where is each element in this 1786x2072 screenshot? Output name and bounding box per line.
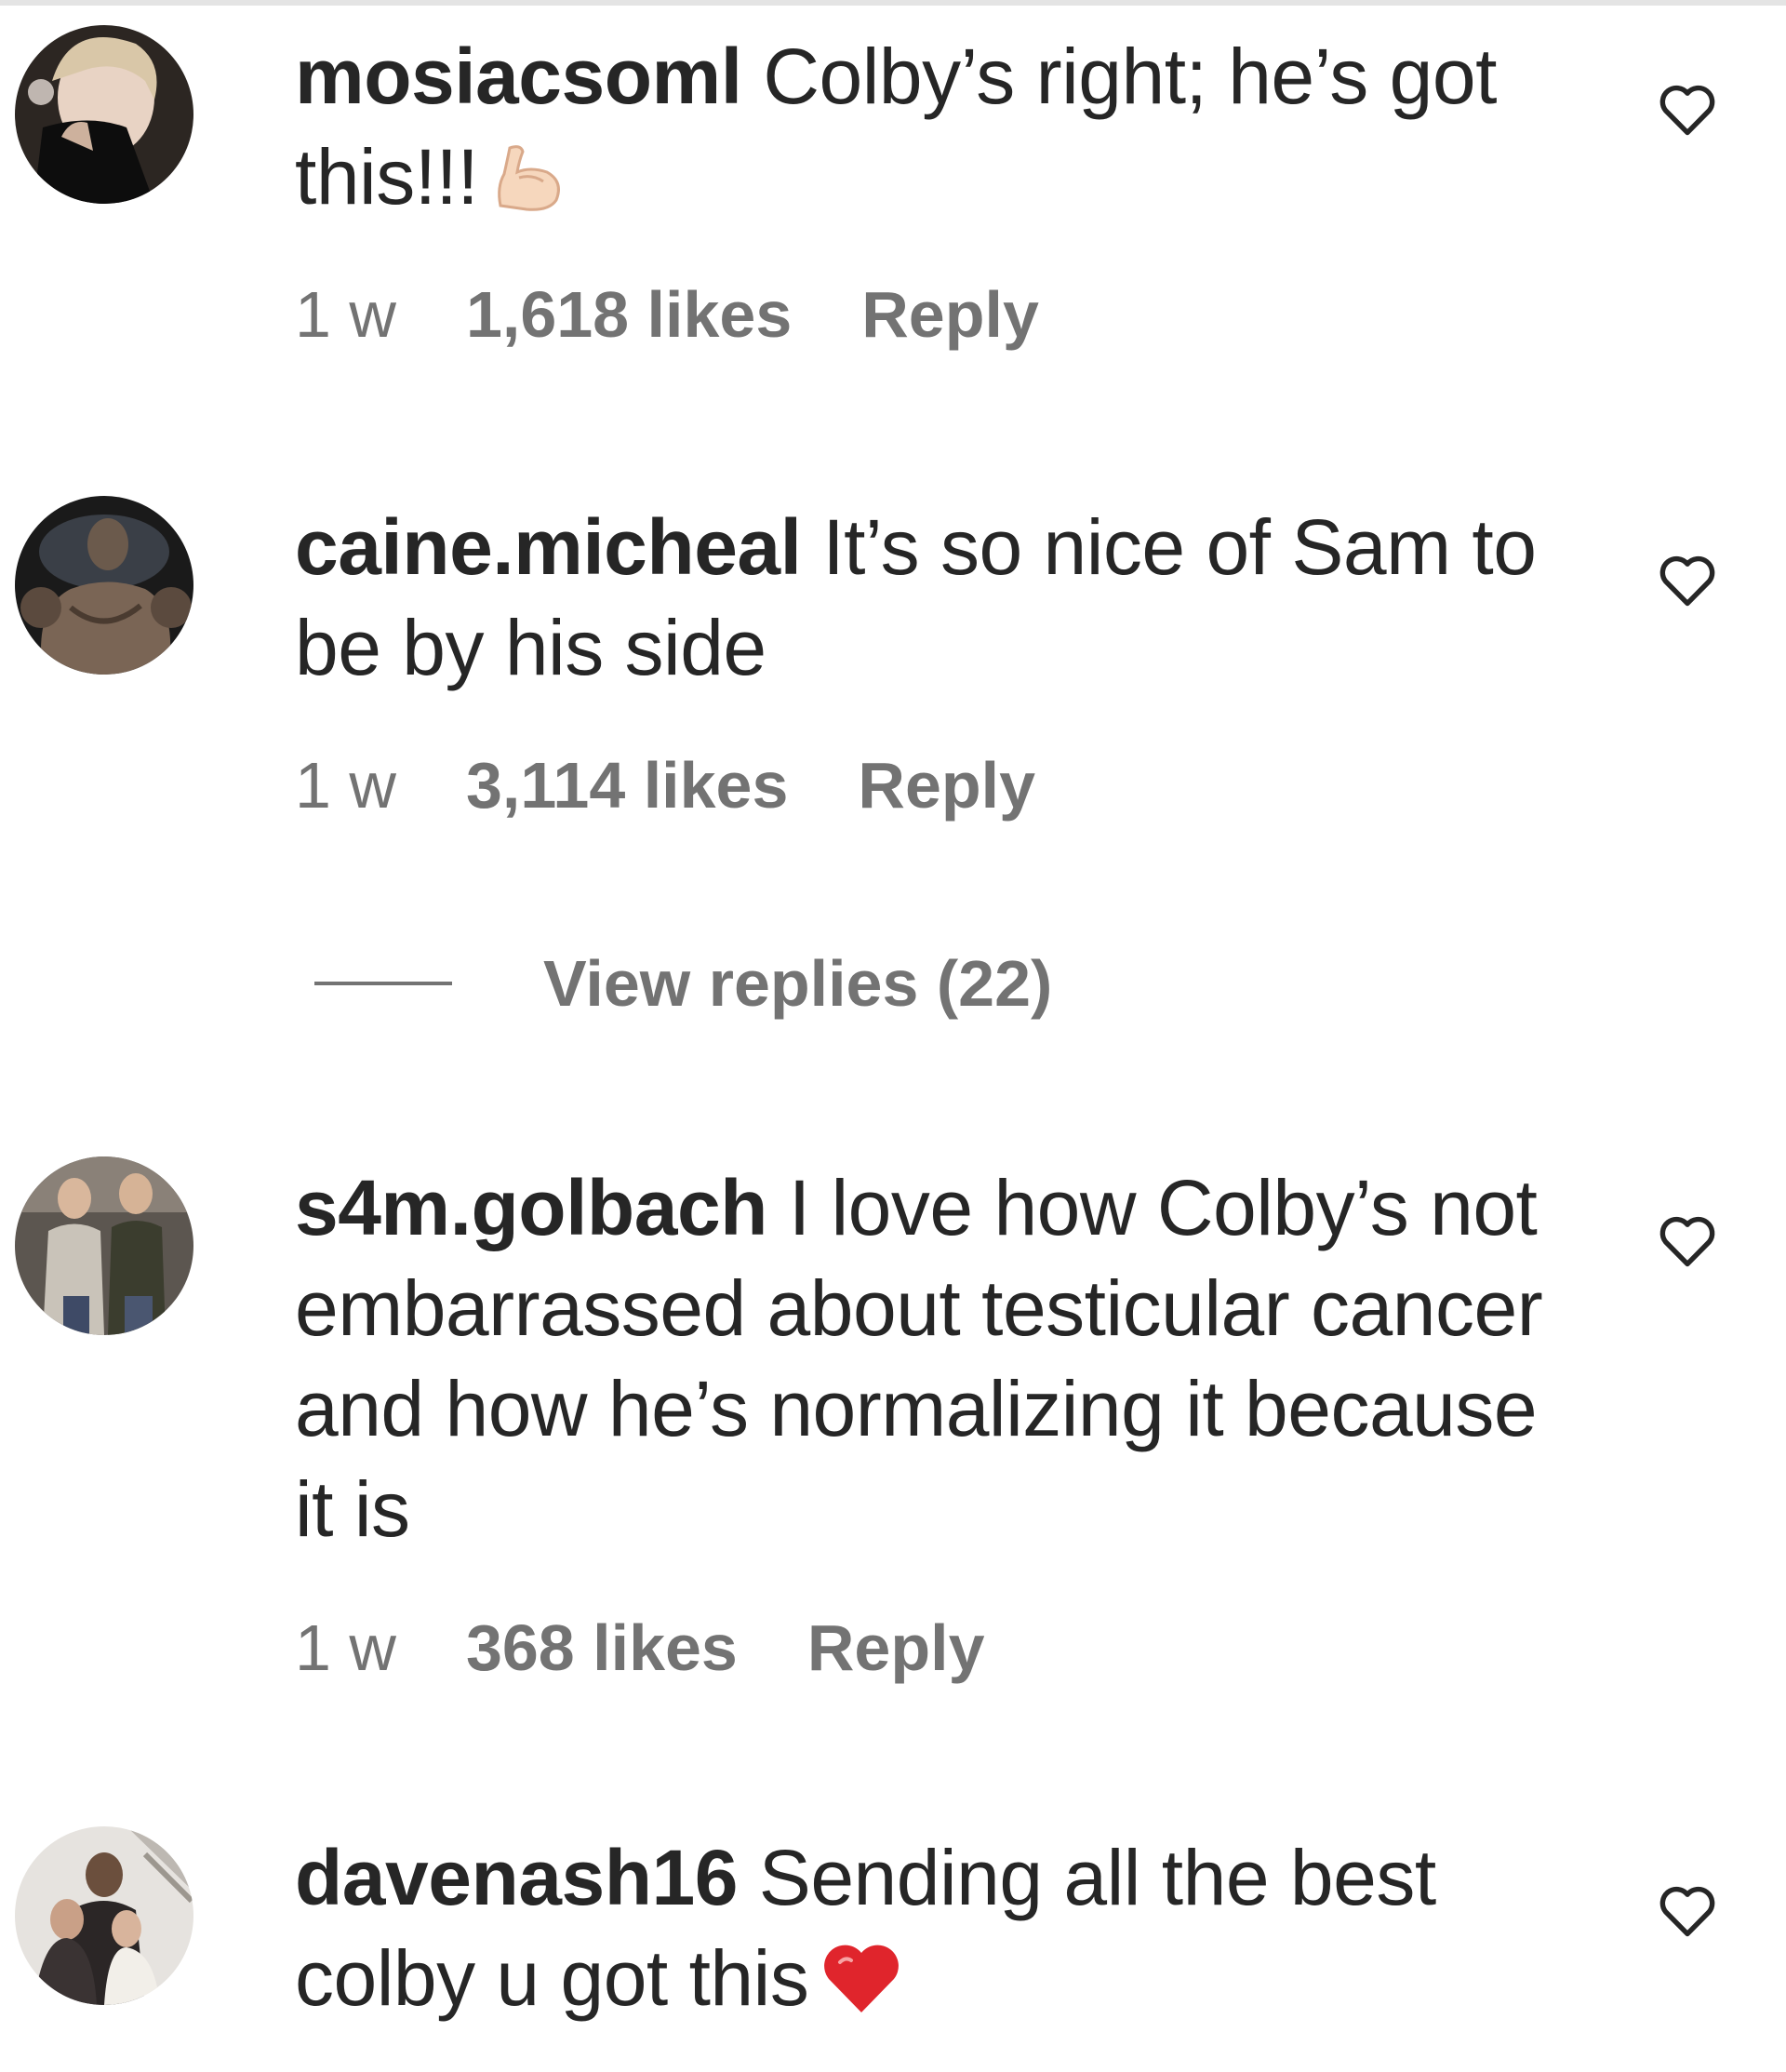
red-heart-icon [821, 1939, 901, 2039]
view-replies-button[interactable]: View replies (22) [314, 942, 1052, 1025]
heart-outline-icon[interactable] [1654, 546, 1721, 613]
comment-meta: 1 w 3,114 likes Reply [295, 748, 1035, 822]
heart-outline-icon[interactable] [1654, 1207, 1721, 1274]
comment-time[interactable]: 1 w [295, 278, 396, 351]
reply-button[interactable]: Reply [858, 748, 1035, 822]
comment-likes[interactable]: 368 likes [466, 1611, 738, 1684]
reply-button[interactable]: Reply [861, 277, 1039, 352]
comment-username[interactable]: caine.micheal [295, 503, 802, 591]
top-divider [0, 0, 1786, 6]
comment-meta: 1 w 1,618 likes Reply [295, 277, 1039, 352]
reply-button[interactable]: Reply [807, 1611, 985, 1685]
comment-username[interactable]: s4m.golbach [295, 1164, 767, 1251]
avatar[interactable] [15, 25, 193, 204]
heart-outline-icon[interactable] [1654, 1877, 1721, 1944]
comment-text: caine.micheal It’s so nice of Sam to be … [295, 497, 1569, 698]
flexed-biceps-icon [491, 138, 566, 238]
comment-text: mosiacsoml Colby’s right; he’s got this!… [295, 26, 1569, 238]
comment-username[interactable]: davenash16 [295, 1834, 738, 1921]
comment-text: davenash16 Sending all the best colby u … [295, 1827, 1569, 2039]
comment-time[interactable]: 1 w [295, 749, 396, 822]
comment-username[interactable]: mosiacsoml [295, 33, 742, 120]
comment-likes[interactable]: 3,114 likes [466, 749, 788, 822]
divider-line [314, 982, 452, 985]
comment-text: s4m.golbach I love how Colby’s not embar… [295, 1157, 1569, 1559]
comment-likes[interactable]: 1,618 likes [466, 278, 792, 351]
avatar[interactable] [15, 496, 193, 675]
avatar[interactable] [15, 1826, 193, 2005]
heart-outline-icon[interactable] [1654, 75, 1721, 142]
view-replies-label: View replies (22) [543, 947, 1053, 1020]
comment-meta: 1 w 368 likes Reply [295, 1611, 985, 1685]
comment-time[interactable]: 1 w [295, 1611, 396, 1684]
avatar[interactable] [15, 1156, 193, 1335]
